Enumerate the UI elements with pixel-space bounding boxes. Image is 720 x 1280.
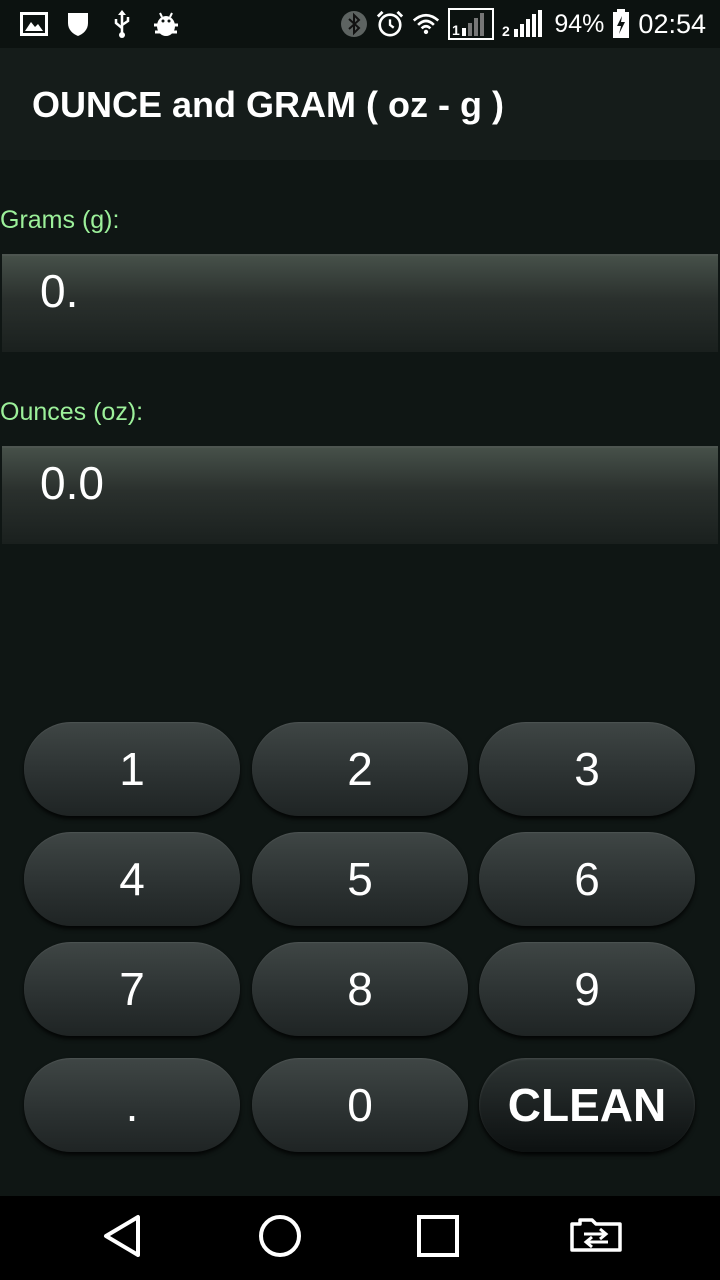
battery-percent: 94% (554, 9, 605, 38)
usb-icon (108, 10, 136, 38)
signal-sim2-icon: 2 (502, 10, 546, 39)
app-title: OUNCE and GRAM ( oz - g ) (32, 84, 504, 125)
app-bar: OUNCE and GRAM ( oz - g ) (0, 48, 720, 160)
key-8[interactable]: 8 (252, 942, 468, 1036)
battery-charging-icon (612, 9, 630, 38)
android-debug-icon (152, 10, 180, 38)
ounces-value: 0.0 (40, 457, 104, 509)
bluetooth-icon (340, 10, 368, 38)
key-0[interactable]: 0 (252, 1058, 468, 1152)
sim-switch-button[interactable] (568, 1212, 624, 1264)
sim1-label: 1 (452, 22, 460, 38)
back-button[interactable] (94, 1212, 150, 1264)
key-1[interactable]: 1 (24, 722, 240, 816)
home-button[interactable] (252, 1212, 308, 1264)
recents-button[interactable] (410, 1212, 466, 1264)
key-7[interactable]: 7 (24, 942, 240, 1036)
key-2[interactable]: 2 (252, 722, 468, 816)
key-4[interactable]: 4 (24, 832, 240, 926)
key-decimal[interactable]: . (24, 1058, 240, 1152)
nav-bar (0, 1196, 720, 1280)
status-time: 02:54 (638, 8, 706, 39)
screen: 1 2 94% 02:54 OUNCE and GRAM (oz - g) … (0, 0, 720, 1280)
status-bar: 1 2 94% 02:54 (0, 0, 720, 48)
ounces-label: Ounces (oz): (0, 398, 144, 426)
sim2-label: 2 (502, 23, 510, 39)
grams-value: 0. (40, 265, 79, 317)
clean-button[interactable]: CLEAN (479, 1058, 695, 1152)
status-left-icons (20, 0, 180, 48)
recents-icon (415, 1213, 461, 1264)
key-3[interactable]: 3 (479, 722, 695, 816)
home-icon (257, 1213, 303, 1264)
key-6[interactable]: 6 (479, 832, 695, 926)
key-5[interactable]: 5 (252, 832, 468, 926)
key-9[interactable]: 9 (479, 942, 695, 1036)
grams-field[interactable]: 0. (2, 254, 718, 352)
alarm-icon (376, 10, 404, 38)
image-icon (20, 10, 48, 38)
ounces-field[interactable]: 0.0 (2, 446, 718, 544)
wifi-icon (412, 10, 440, 38)
status-right-icons: 1 2 94% 02:54 (340, 0, 706, 48)
shield-icon (64, 10, 92, 38)
grams-label: Grams (g): (0, 206, 120, 234)
signal-sim1-icon: 1 (448, 8, 495, 40)
back-icon (100, 1213, 144, 1264)
sim-switch-icon (568, 1216, 624, 1261)
